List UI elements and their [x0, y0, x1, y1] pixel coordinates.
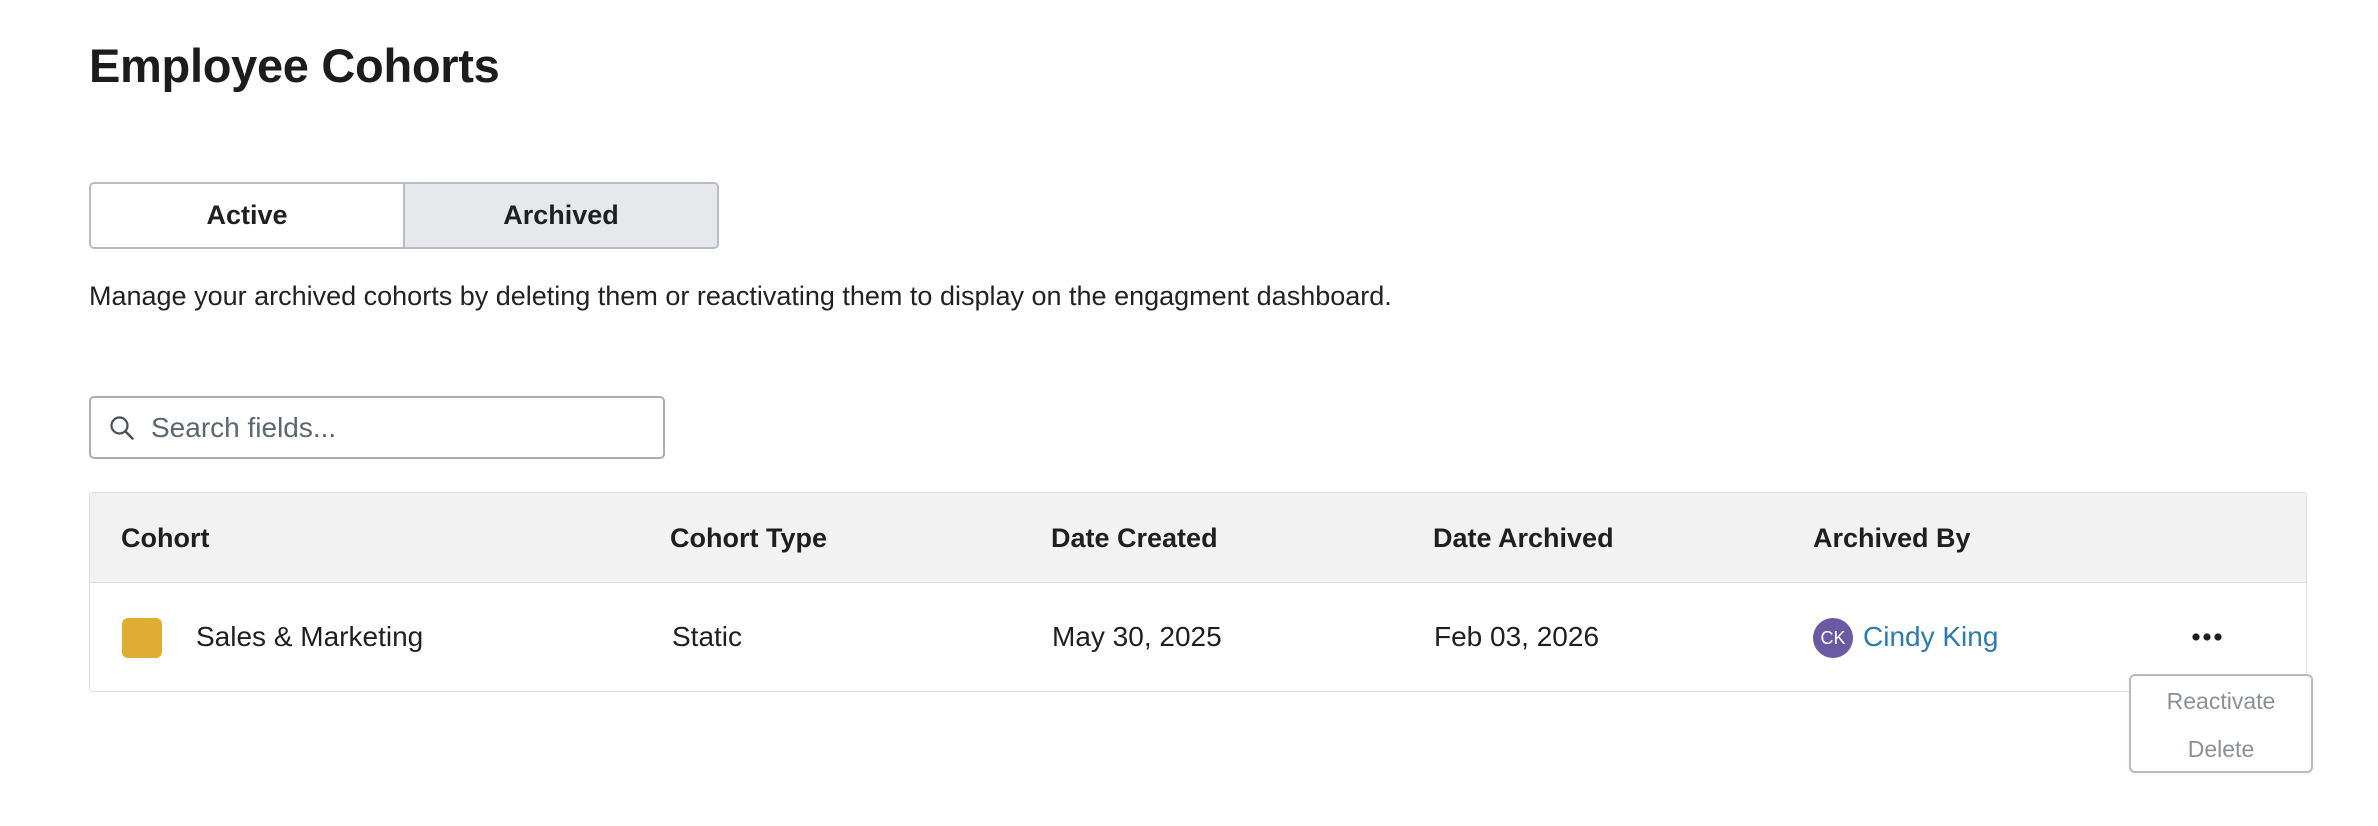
more-horizontal-icon: [2192, 633, 2222, 641]
column-header-cohort-type[interactable]: Cohort Type: [670, 493, 827, 583]
date-created: May 30, 2025: [1052, 621, 1222, 652]
column-header-cohort[interactable]: Cohort: [121, 493, 209, 583]
search-icon: [107, 413, 137, 443]
cohorts-table: Cohort Cohort Type Date Created Date Arc…: [89, 492, 2307, 692]
table-header: Cohort Cohort Type Date Created Date Arc…: [90, 493, 2306, 583]
archived-description: Manage your archived cohorts by deleting…: [89, 281, 1392, 311]
cohort-color-swatch: [122, 618, 162, 658]
menu-item-reactivate[interactable]: Reactivate: [2131, 688, 2311, 715]
search-input[interactable]: [151, 411, 631, 444]
column-header-date-created[interactable]: Date Created: [1051, 493, 1218, 583]
menu-item-delete[interactable]: Delete: [2131, 736, 2311, 763]
archived-by-user-link[interactable]: Cindy King: [1863, 583, 1998, 691]
date-archived: Feb 03, 2026: [1434, 621, 1600, 652]
search-box[interactable]: [89, 396, 665, 459]
tab-archived[interactable]: Archived: [403, 184, 717, 247]
avatar: CK: [1813, 618, 1853, 658]
tab-active[interactable]: Active: [91, 184, 403, 247]
more-actions-button[interactable]: [2187, 620, 2227, 654]
cohort-name: Sales & Marketing: [196, 621, 424, 652]
table-row[interactable]: Sales & Marketing Static May 30, 2025 Fe…: [90, 583, 2306, 691]
row-actions-menu: Reactivate Delete: [2129, 674, 2313, 773]
page-title: Employee Cohorts: [89, 39, 500, 92]
column-header-archived-by[interactable]: Archived By: [1813, 493, 1971, 583]
column-header-date-archived[interactable]: Date Archived: [1433, 493, 1614, 583]
cohort-status-toggle: Active Archived: [89, 182, 719, 249]
cohort-type: Static: [672, 621, 743, 652]
